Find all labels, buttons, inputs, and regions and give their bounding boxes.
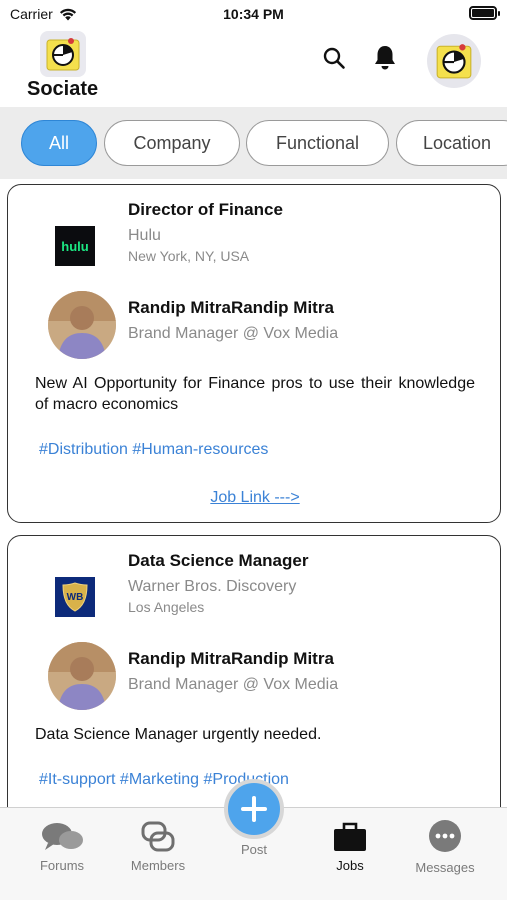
sticky-note-chart-icon [436, 44, 472, 79]
tab-forums[interactable]: Forums [17, 818, 107, 873]
profile-avatar[interactable] [427, 34, 481, 88]
author-name[interactable]: Randip MitraRandip Mitra [128, 298, 334, 318]
company-logo-text: hulu [61, 238, 89, 254]
company-logo-hulu: hulu [55, 226, 95, 266]
post-button-label: Post [240, 842, 267, 857]
message-bubble-icon [429, 820, 461, 852]
post-body: New AI Opportunity for Finance pros to u… [35, 375, 475, 413]
tab-jobs[interactable]: Jobs [305, 818, 395, 873]
plus-icon [241, 796, 267, 822]
author-avatar[interactable] [48, 642, 116, 710]
briefcase-icon [334, 822, 366, 851]
job-link[interactable]: Job Link ---> [8, 489, 502, 507]
job-post-card: WB Data Science Manager Warner Bros. Dis… [7, 535, 501, 807]
filter-chip-functional[interactable]: Functional [246, 120, 389, 166]
tab-members-label: Members [130, 858, 186, 873]
job-location: New York, NY, USA [128, 248, 250, 264]
filter-chip-location[interactable]: Location [396, 120, 507, 166]
battery-icon [469, 6, 500, 20]
author-avatar[interactable] [48, 291, 116, 359]
author-name[interactable]: Randip MitraRandip Mitra [128, 649, 334, 669]
company-name: Warner Bros. Discovery [128, 578, 297, 595]
app-header: Sociate [0, 28, 507, 106]
chat-bubbles-icon [42, 823, 83, 850]
company-logo-warner-bros: WB [55, 577, 95, 617]
company-logo-text: WB [66, 591, 84, 603]
job-title: Director of Finance [128, 200, 283, 219]
members-icon [141, 821, 175, 852]
post-tags[interactable]: #Distribution #Human-resources [39, 441, 268, 459]
search-icon [323, 47, 345, 69]
status-bar: Carrier 10:34 PM [0, 0, 507, 28]
tab-members[interactable]: Members [113, 818, 203, 873]
notifications-button[interactable] [371, 44, 399, 72]
job-title: Data Science Manager [128, 551, 309, 570]
job-feed[interactable]: hulu Director of Finance Hulu New York, … [0, 179, 507, 807]
person-photo-icon [48, 642, 116, 710]
company-name: Hulu [128, 227, 161, 244]
new-post-button[interactable] [224, 779, 284, 839]
author-role: Brand Manager @ Vox Media [128, 676, 339, 693]
post-body: Data Science Manager urgently needed. [35, 726, 322, 743]
app-title: Sociate [27, 78, 99, 100]
search-button[interactable] [320, 44, 348, 72]
tab-messages-label: Messages [415, 860, 475, 875]
author-role: Brand Manager @ Vox Media [128, 325, 339, 342]
filter-chip-all[interactable]: All [21, 120, 97, 166]
filter-bar: All Company Functional Location [0, 107, 507, 179]
tab-messages[interactable]: Messages [400, 818, 490, 875]
filter-chip-company[interactable]: Company [104, 120, 240, 166]
tab-forums-label: Forums [39, 858, 85, 873]
bell-icon [375, 46, 395, 70]
tab-jobs-label: Jobs [336, 858, 364, 873]
person-photo-icon [48, 291, 116, 359]
status-time: 10:34 PM [223, 6, 284, 22]
job-post-card: hulu Director of Finance Hulu New York, … [7, 184, 501, 523]
app-logo [40, 31, 86, 77]
job-location: Los Angeles [128, 599, 205, 615]
sticky-note-chart-icon [46, 38, 80, 71]
